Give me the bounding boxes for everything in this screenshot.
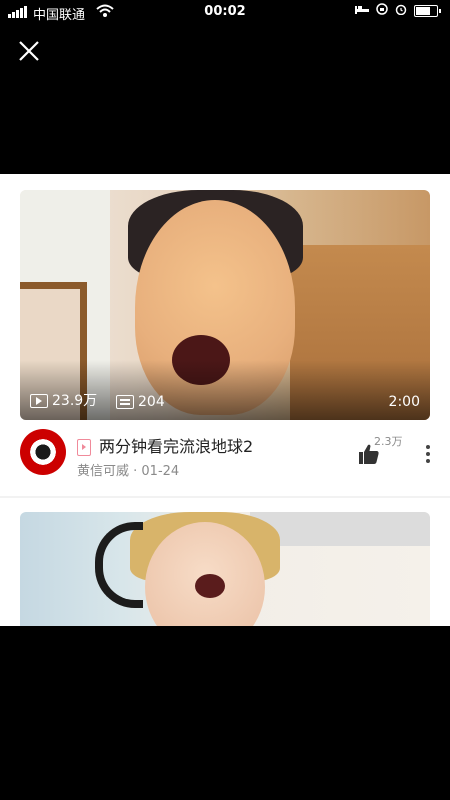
alarm-icon [395, 3, 407, 18]
bed-icon [355, 4, 369, 17]
thumbs-up-icon[interactable] [357, 442, 381, 466]
video-tag-icon [77, 439, 91, 456]
status-bar: 中国联通 00:02 [0, 0, 450, 24]
more-icon[interactable] [426, 445, 430, 449]
divider [0, 496, 450, 498]
video-title-text[interactable]: 两分钟看完流浪地球2 [99, 437, 253, 456]
comment-count-text: 204 [138, 394, 165, 410]
more-button[interactable] [426, 445, 430, 463]
author-line[interactable]: 黄信可威 · 01-24 [77, 460, 179, 479]
headphones-image [95, 522, 143, 608]
close-icon[interactable] [17, 39, 41, 63]
play-count: 23.9万 [30, 390, 97, 410]
video-thumbnail[interactable]: 23.9万 204 2:00 [20, 190, 430, 420]
video-duration: 2:00 [388, 394, 420, 410]
play-count-icon [30, 394, 48, 408]
video-list-panel: 23.9万 204 2:00 两分钟看完流浪地球2 黄信可威 · 01-24 2… [0, 174, 450, 626]
like-button[interactable] [357, 442, 381, 466]
close-button[interactable] [17, 39, 41, 63]
video-thumbnail-2[interactable] [20, 512, 430, 626]
avatar[interactable] [20, 429, 66, 475]
video-title[interactable]: 两分钟看完流浪地球2 [77, 433, 347, 457]
play-count-text: 23.9万 [52, 393, 98, 409]
lock-rotation-icon [376, 3, 388, 18]
comment-icon [116, 395, 134, 409]
battery-icon [414, 4, 441, 17]
comment-count: 204 [116, 394, 165, 410]
